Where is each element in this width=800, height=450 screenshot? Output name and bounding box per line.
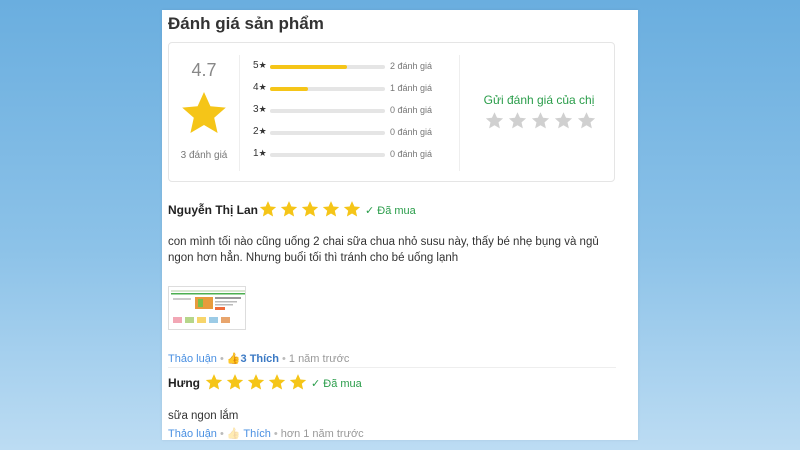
rating-bar-5[interactable]: 5★ 2 đánh giá xyxy=(253,60,438,74)
divider xyxy=(459,55,460,171)
bar-count: 0 đánh giá xyxy=(390,127,433,137)
big-star-icon xyxy=(182,92,226,133)
small-star-icon: ★ xyxy=(258,60,267,70)
rating-bar-3[interactable]: 3★ 0 đánh giá xyxy=(253,104,438,118)
bar-track xyxy=(270,65,385,69)
check-icon: ✓ xyxy=(365,205,378,217)
like-button[interactable]: 👍3 Thích xyxy=(227,353,279,365)
empty-star-icon[interactable] xyxy=(577,111,596,130)
reviewer-name: Hưng xyxy=(168,376,201,390)
bar-count: 2 đánh giá xyxy=(390,61,433,71)
star-icon xyxy=(280,201,298,217)
review-actions: Thảo luận • 👍 Thích • hơn 1 năm trước xyxy=(168,428,364,440)
star-icon xyxy=(343,201,361,217)
send-review-label[interactable]: Gửi đánh giá của chị xyxy=(464,93,614,107)
review-time: hơn 1 năm trước xyxy=(280,428,364,440)
bar-fill xyxy=(270,87,308,91)
bar-track xyxy=(270,87,385,91)
like-count: 3 xyxy=(240,353,247,365)
star-icon xyxy=(301,201,319,217)
star-icon xyxy=(268,374,286,390)
empty-star-icon[interactable] xyxy=(554,111,573,130)
thumbs-up-icon: 👍 xyxy=(226,428,241,440)
reviewer-name: Nguyễn Thị Lan xyxy=(168,203,258,217)
star-icon xyxy=(205,374,223,390)
empty-star-icon[interactable] xyxy=(485,111,504,130)
star-icon xyxy=(259,201,277,217)
small-star-icon: ★ xyxy=(258,148,267,158)
bar-count: 0 đánh giá xyxy=(390,105,433,115)
discuss-link[interactable]: Thảo luận xyxy=(168,353,217,365)
review-item: Hưng ✓ Đã mua sữa ngon lắm Thảo luận • 👍 T… xyxy=(168,373,618,440)
empty-star-icon[interactable] xyxy=(508,111,527,130)
rating-bar-2[interactable]: 2★ 0 đánh giá xyxy=(253,126,438,140)
screenshot-thumbnail-image xyxy=(169,287,245,329)
bar-count: 0 đánh giá xyxy=(390,149,433,159)
product-reviews-panel: Đánh giá sản phẩm 4.7 3 đánh giá 5★ 2 đá… xyxy=(162,10,638,440)
small-star-icon: ★ xyxy=(258,126,267,136)
check-icon: ✓ xyxy=(311,378,324,390)
review-photo-thumbnail[interactable] xyxy=(168,286,246,330)
bar-track xyxy=(270,153,385,157)
review-text: sữa ngon lắm xyxy=(168,410,239,422)
rating-bar-4[interactable]: 4★ 1 đánh giá xyxy=(253,82,438,96)
star-icon xyxy=(289,374,307,390)
review-text: con mình tối nào cũng uống 2 chai sữa ch… xyxy=(168,236,599,264)
star-icon xyxy=(247,374,265,390)
bar-track xyxy=(270,109,385,113)
small-star-icon: ★ xyxy=(258,104,267,114)
divider xyxy=(239,55,240,171)
discuss-link[interactable]: Thảo luận xyxy=(168,428,217,440)
thumbs-up-icon: 👍 xyxy=(226,353,241,365)
review-item: Nguyễn Thị Lan ✓ Đã mua con mình tối nào… xyxy=(168,200,618,365)
review-time: 1 năm trước xyxy=(288,353,350,365)
average-rating: 4.7 xyxy=(191,60,217,80)
review-stars xyxy=(205,373,307,391)
review-actions: Thảo luận • 👍3 Thích • 1 năm trước xyxy=(168,353,350,365)
star-icon xyxy=(226,374,244,390)
review-stars xyxy=(259,200,361,218)
bought-badge: ✓ Đã mua xyxy=(365,205,416,217)
bought-badge: ✓ Đã mua xyxy=(311,378,362,390)
section-title: Đánh giá sản phẩm xyxy=(168,14,324,33)
like-button[interactable]: 👍 Thích xyxy=(227,428,271,440)
empty-star-icon[interactable] xyxy=(531,111,550,130)
star-icon xyxy=(322,201,340,217)
review-divider xyxy=(168,367,616,368)
small-star-icon: ★ xyxy=(258,82,267,92)
rating-summary: 4.7 3 đánh giá 5★ 2 đánh giá 4★ 1 đánh g… xyxy=(168,42,615,182)
rating-bar-1[interactable]: 1★ 0 đánh giá xyxy=(253,148,438,162)
bar-fill xyxy=(270,65,348,69)
review-count: 3 đánh giá xyxy=(180,150,228,161)
bar-count: 1 đánh giá xyxy=(390,83,433,93)
bar-track xyxy=(270,131,385,135)
send-rating-stars[interactable] xyxy=(485,111,596,131)
